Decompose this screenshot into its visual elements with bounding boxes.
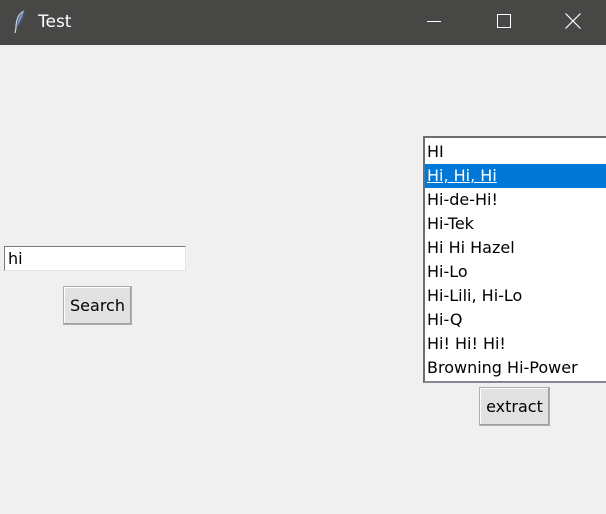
list-item[interactable]: Hi, Hi, Hi: [425, 164, 606, 188]
list-item[interactable]: Hi Hi Hazel: [425, 236, 606, 260]
list-item[interactable]: Hi-Q: [425, 308, 606, 332]
list-item[interactable]: Browning Hi-Power: [425, 356, 606, 380]
minimize-button[interactable]: [399, 0, 469, 45]
list-item[interactable]: HI: [425, 140, 606, 164]
list-item[interactable]: Hi-de-Hi!: [425, 188, 606, 212]
results-listbox[interactable]: HI Hi, Hi, Hi Hi-de-Hi! Hi-Tek Hi Hi Hazel Hi…: [423, 136, 606, 383]
search-input[interactable]: [4, 246, 186, 271]
minimize-icon: [427, 13, 441, 32]
extract-button[interactable]: extract: [479, 387, 550, 426]
feather-icon: [12, 10, 28, 34]
app-window: Test Search HIHi, Hi, HiHi-de-Hi!Hi-TekH…: [0, 0, 606, 514]
close-button[interactable]: [539, 0, 606, 45]
title-bar[interactable]: Test: [0, 0, 606, 45]
window-title: Test: [38, 12, 72, 32]
search-button[interactable]: Search: [63, 286, 132, 325]
close-icon: [564, 12, 581, 33]
list-item[interactable]: Hi-Tek: [425, 212, 606, 236]
list-item[interactable]: Hi-Lo: [425, 260, 606, 284]
list-item[interactable]: Hi-Lili, Hi-Lo: [425, 284, 606, 308]
maximize-icon: [497, 13, 511, 32]
maximize-button[interactable]: [469, 0, 539, 45]
list-item[interactable]: Hi! Hi! Hi!: [425, 332, 606, 356]
